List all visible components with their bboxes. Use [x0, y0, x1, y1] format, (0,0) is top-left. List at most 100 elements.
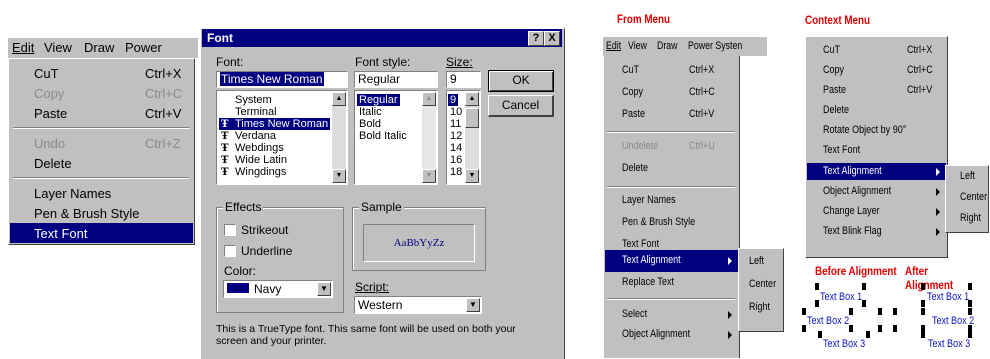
- submenu-item-left[interactable]: Left: [749, 255, 764, 267]
- scroll-thumb[interactable]: [465, 108, 479, 128]
- font-list-item[interactable]: Ŧ Times New Roman: [219, 118, 331, 130]
- script-select[interactable]: Western ▼: [354, 296, 482, 314]
- selection-handle[interactable]: [921, 283, 925, 290]
- menu-item-delete[interactable]: Delete: [10, 153, 193, 173]
- text-box-1[interactable]: Text Box 1: [820, 291, 862, 303]
- text-box-1[interactable]: Text Box 1: [927, 291, 969, 303]
- text-box-3[interactable]: Text Box 3: [928, 338, 970, 350]
- submenu-item-center[interactable]: Center: [960, 191, 987, 203]
- menu-item-paste[interactable]: Paste Ctrl+V: [10, 103, 193, 123]
- cancel-button[interactable]: Cancel: [488, 95, 554, 117]
- selection-handle[interactable]: [878, 325, 882, 332]
- selection-handle[interactable]: [849, 308, 853, 315]
- size-list-item[interactable]: 12: [448, 130, 464, 142]
- font-list-item[interactable]: Ŧ Wingdings: [219, 166, 288, 178]
- menu-item-text-alignment[interactable]: Text Alignment: [807, 163, 946, 180]
- font-style-list[interactable]: Regular Italic Bold Bold Italic ▲ ▼: [354, 90, 438, 185]
- font-list[interactable]: System Terminal Ŧ Times New Roman Ŧ Verdan…: [216, 90, 348, 185]
- selection-handle[interactable]: [968, 331, 972, 338]
- menu-view[interactable]: View: [44, 40, 72, 55]
- help-icon[interactable]: ?: [528, 31, 544, 46]
- menu-item-undelete[interactable]: Undelete Ctrl+U: [605, 136, 738, 158]
- font-style-input[interactable]: Regular: [354, 71, 438, 88]
- style-list-item[interactable]: Italic: [357, 106, 384, 118]
- size-list-item[interactable]: 16: [448, 154, 464, 166]
- menu-item-pen-brush-style[interactable]: Pen & Brush Style: [605, 212, 738, 234]
- menu-item-text-blink-flag[interactable]: Text Blink Flag: [807, 223, 946, 240]
- size-list-item[interactable]: 14: [448, 142, 464, 154]
- close-icon[interactable]: X: [544, 31, 560, 46]
- menu-item-rotate-object[interactable]: Rotate Object by 90°: [807, 122, 946, 139]
- font-list-item[interactable]: Ŧ Wide Latin: [219, 154, 289, 166]
- selection-handle[interactable]: [893, 325, 897, 332]
- style-list-item[interactable]: Regular: [357, 94, 400, 106]
- menu-item-change-layer[interactable]: Change Layer: [807, 203, 946, 220]
- selection-handle[interactable]: [802, 308, 806, 315]
- selection-handle[interactable]: [893, 308, 897, 315]
- menu-draw[interactable]: Draw: [84, 40, 114, 55]
- menu-item-cut[interactable]: CuT Ctrl+X: [605, 60, 738, 82]
- selection-handle[interactable]: [878, 308, 882, 315]
- selection-handle[interactable]: [815, 283, 819, 290]
- size-input[interactable]: 9: [446, 71, 481, 88]
- selection-handle[interactable]: [866, 331, 870, 338]
- font-list-item[interactable]: System: [233, 94, 274, 106]
- color-select[interactable]: Navy ▼: [223, 280, 333, 298]
- selection-handle[interactable]: [921, 300, 925, 307]
- menu-item-replace-text[interactable]: Replace Text: [605, 272, 738, 294]
- menu-item-delete[interactable]: Delete: [807, 102, 946, 119]
- menu-item-copy[interactable]: Copy Ctrl+C: [807, 62, 946, 79]
- menu-item-pen-brush-style[interactable]: Pen & Brush Style: [10, 203, 193, 223]
- selection-handle[interactable]: [862, 300, 866, 307]
- size-list-item[interactable]: 11: [448, 118, 463, 130]
- submenu-item-left[interactable]: Left: [960, 170, 975, 182]
- menu-view[interactable]: View: [628, 40, 647, 52]
- selection-handle[interactable]: [968, 283, 972, 290]
- scroll-down-icon[interactable]: ▼: [422, 169, 436, 183]
- text-box-2[interactable]: Text Box 2: [807, 315, 849, 327]
- menu-item-cut[interactable]: CuT Ctrl+X: [10, 63, 193, 83]
- selection-handle[interactable]: [849, 325, 853, 332]
- menu-item-select[interactable]: Select: [605, 304, 738, 326]
- selection-handle[interactable]: [802, 325, 806, 332]
- menu-item-layer-names[interactable]: Layer Names: [605, 190, 738, 212]
- style-list-scrollbar[interactable]: ▲ ▼: [422, 92, 436, 183]
- menu-item-text-font[interactable]: Text Font: [10, 223, 193, 243]
- scroll-down-icon[interactable]: ▼: [332, 169, 346, 183]
- selection-handle[interactable]: [968, 308, 972, 315]
- menu-item-paste[interactable]: Paste Ctrl+V: [807, 82, 946, 99]
- selection-handle[interactable]: [968, 300, 972, 307]
- font-list-item[interactable]: Ŧ Verdana: [219, 130, 278, 142]
- size-list-item[interactable]: 9: [448, 94, 459, 106]
- selection-handle[interactable]: [921, 331, 925, 338]
- menu-edit[interactable]: Edit: [12, 40, 34, 55]
- size-list-item[interactable]: 18: [448, 166, 464, 178]
- menu-power-system[interactable]: Power Systen: [688, 40, 742, 52]
- text-box-3[interactable]: Text Box 3: [823, 338, 865, 350]
- submenu-item-right[interactable]: Right: [749, 301, 770, 313]
- menu-item-copy[interactable]: Copy Ctrl+C: [10, 83, 193, 103]
- menu-item-text-font[interactable]: Text Font: [807, 142, 946, 159]
- style-list-item[interactable]: Bold: [357, 118, 383, 130]
- size-list[interactable]: 9 10 11 12 14 16 18 ▲ ▼: [446, 90, 481, 185]
- scroll-down-icon[interactable]: ▼: [465, 169, 479, 183]
- menu-item-undo[interactable]: Undo Ctrl+Z: [10, 133, 193, 153]
- size-list-item[interactable]: 10: [448, 106, 464, 118]
- chevron-down-icon[interactable]: ▼: [466, 298, 480, 312]
- underline-checkbox[interactable]: [224, 245, 236, 257]
- menu-item-delete[interactable]: Delete: [605, 158, 738, 180]
- menu-edit[interactable]: Edit: [606, 40, 621, 52]
- selection-handle[interactable]: [862, 283, 866, 290]
- style-list-item[interactable]: Bold Italic: [357, 130, 409, 142]
- ok-button[interactable]: OK: [488, 70, 554, 92]
- chevron-down-icon[interactable]: ▼: [317, 282, 331, 296]
- font-list-scrollbar[interactable]: ▲ ▼: [332, 92, 346, 183]
- selection-handle[interactable]: [921, 308, 925, 315]
- menu-item-cut[interactable]: CuT Ctrl+X: [807, 42, 946, 59]
- font-list-item[interactable]: Terminal: [233, 106, 279, 118]
- selection-handle[interactable]: [815, 300, 819, 307]
- menu-item-copy[interactable]: Copy Ctrl+C: [605, 82, 738, 104]
- menu-item-text-alignment[interactable]: Text Alignment: [605, 250, 738, 272]
- menu-item-object-alignment[interactable]: Object Alignment: [605, 324, 738, 346]
- submenu-item-right[interactable]: Right: [960, 212, 981, 224]
